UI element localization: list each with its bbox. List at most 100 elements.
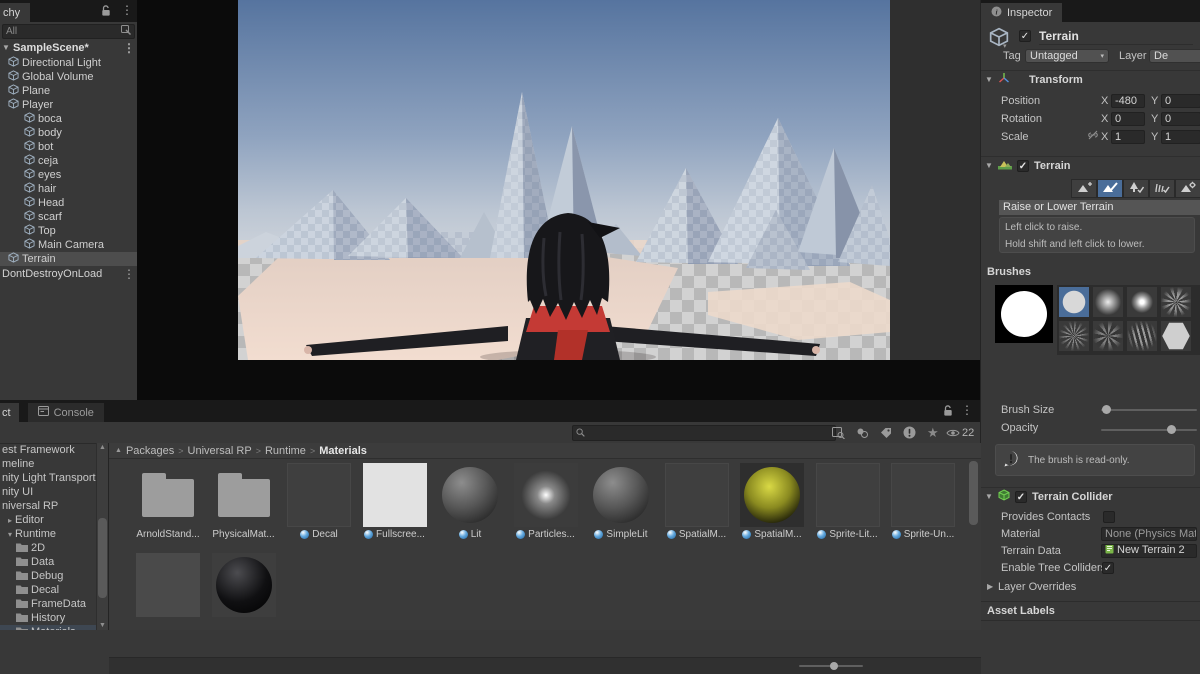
- terrain-enabled-checkbox[interactable]: ✓: [1017, 160, 1029, 172]
- project-tree-item-2d[interactable]: 2D: [0, 541, 96, 555]
- material-object-field[interactable]: None (Physics Mat: [1101, 527, 1197, 541]
- hierarchy-item-plane[interactable]: Plane: [0, 84, 137, 98]
- scene-foldout-icon[interactable]: ▼: [2, 43, 10, 52]
- asset-material-sprite-un[interactable]: Sprite-Un...: [890, 463, 956, 540]
- breadcrumb-materials[interactable]: Materials: [319, 445, 367, 457]
- asset-folder-arnoldstand[interactable]: ArnoldStand...: [135, 463, 201, 540]
- dontdestroyonload-row[interactable]: DontDestroyOnLoad ⋮: [0, 266, 139, 281]
- hierarchy-item-scarf[interactable]: scarf: [0, 210, 137, 224]
- hierarchy-item-head[interactable]: Head: [0, 196, 137, 210]
- scale-y-field[interactable]: 1: [1161, 130, 1200, 144]
- project-tree-item-data[interactable]: Data: [0, 555, 96, 569]
- create-neighbor-terrains-tool-button[interactable]: [1071, 179, 1097, 198]
- foldout-arrow-icon[interactable]: ▾: [8, 530, 12, 539]
- rotation-x-field[interactable]: 0: [1111, 112, 1145, 126]
- breadcrumb-collapse-icon[interactable]: ▲: [115, 447, 122, 454]
- scroll-up-icon[interactable]: ▲: [99, 444, 106, 451]
- brush-noise-a[interactable]: [1059, 321, 1089, 351]
- transform-header[interactable]: ▼ Transform: [981, 70, 1200, 88]
- asset-folder-physicalmat[interactable]: PhysicalMat...: [211, 463, 277, 540]
- hierarchy-item-top[interactable]: Top: [0, 224, 137, 238]
- scene-menu-icon[interactable]: ⋮: [123, 42, 135, 54]
- hierarchy-item-ceja[interactable]: ceja: [0, 154, 137, 168]
- layer-overrides-foldout-icon[interactable]: ▶: [987, 582, 995, 591]
- scroll-down-icon[interactable]: ▼: [99, 622, 106, 629]
- breadcrumb-universal-rp[interactable]: Universal RP: [188, 445, 252, 457]
- asset-material-simplelit[interactable]: SimpleLit: [588, 463, 654, 540]
- search-in-assets-icon[interactable]: [832, 427, 845, 439]
- brush-hex[interactable]: [1161, 321, 1191, 351]
- project-menu-icon[interactable]: ⋮: [961, 404, 973, 416]
- hierarchy-item-global-volume[interactable]: Global Volume: [0, 70, 137, 84]
- tab-project[interactable]: ct: [0, 403, 19, 422]
- scene-header-row[interactable]: ▼ SampleScene* ⋮: [0, 40, 139, 55]
- project-tree-item-history[interactable]: History: [0, 611, 96, 625]
- project-tree-item-meline[interactable]: meline: [0, 457, 96, 471]
- project-tree-item-framedata[interactable]: FrameData: [0, 597, 96, 611]
- project-tree-item-est-framework[interactable]: est Framework: [0, 443, 96, 457]
- breadcrumb-runtime[interactable]: Runtime: [265, 445, 306, 457]
- scale-x-field[interactable]: 1: [1111, 130, 1145, 144]
- asset-material-spatialm[interactable]: SpatialM...: [664, 463, 730, 540]
- asset-material-spatialm[interactable]: SpatialM...: [739, 463, 805, 540]
- terrain-collider-header[interactable]: ▼ ✓ Terrain Collider: [981, 487, 1200, 505]
- asset-material-decal[interactable]: Decal: [286, 463, 352, 540]
- dontdestroy-menu-icon[interactable]: ⋮: [123, 268, 135, 280]
- brush-size-slider[interactable]: [1101, 409, 1197, 411]
- project-tree-item-nity-light-transport-lib[interactable]: nity Light Transport Lib: [0, 471, 96, 485]
- asset-material-fullscree[interactable]: Fullscree...: [362, 463, 428, 540]
- brush-scatter[interactable]: [1161, 287, 1191, 317]
- brush-noise-b[interactable]: [1093, 321, 1123, 351]
- project-tree-item-materials[interactable]: Materials: [0, 625, 96, 630]
- layer-overrides-label[interactable]: Layer Overrides: [998, 581, 1076, 593]
- tab-hierarchy[interactable]: chy: [0, 3, 30, 22]
- constrain-proportions-icon[interactable]: [1087, 130, 1099, 143]
- tag-dropdown[interactable]: Untagged ▾: [1025, 49, 1109, 63]
- position-y-field[interactable]: 0: [1161, 94, 1200, 108]
- terrain-settings-tool-button[interactable]: [1175, 179, 1200, 198]
- project-tree-item-decal[interactable]: Decal: [0, 583, 96, 597]
- favorites-star-icon[interactable]: ★: [927, 425, 939, 441]
- content-scrollbar[interactable]: [969, 461, 979, 611]
- tree-scroll-thumb[interactable]: [98, 518, 107, 598]
- project-tree-item-debug[interactable]: Debug: [0, 569, 96, 583]
- brush-dot[interactable]: [1127, 287, 1157, 317]
- provides-contacts-checkbox[interactable]: [1103, 511, 1115, 523]
- opacity-slider[interactable]: [1101, 429, 1197, 431]
- search-by-type-icon[interactable]: [856, 427, 869, 439]
- layer-dropdown[interactable]: De: [1149, 49, 1200, 63]
- brush-noise-c[interactable]: [1127, 321, 1157, 351]
- brush-blur[interactable]: [1093, 287, 1123, 317]
- paint-details-tool-button[interactable]: [1149, 179, 1175, 198]
- position-x-field[interactable]: -480: [1111, 94, 1145, 108]
- paint-trees-tool-button[interactable]: [1123, 179, 1149, 198]
- hierarchy-item-directional-light[interactable]: Directional Light: [0, 56, 137, 70]
- gameobject-icon-dropdown[interactable]: ▾: [1003, 42, 1007, 50]
- hidden-count-eye-icon[interactable]: [946, 428, 960, 438]
- gameobject-active-checkbox[interactable]: ✓: [1019, 30, 1031, 42]
- project-tree-item-niversal-rp[interactable]: niversal RP: [0, 499, 96, 513]
- project-search-input[interactable]: [572, 425, 836, 441]
- asset-material-item[interactable]: [211, 553, 277, 617]
- project-tree-item-nity-ui[interactable]: nity UI: [0, 485, 96, 499]
- hierarchy-item-body[interactable]: body: [0, 126, 137, 140]
- hierarchy-item-bot[interactable]: bot: [0, 140, 137, 154]
- game-viewport[interactable]: [137, 0, 980, 400]
- hierarchy-item-player[interactable]: Player: [0, 98, 137, 112]
- lock-icon[interactable]: [101, 5, 111, 17]
- asset-labels-header[interactable]: Asset Labels: [981, 601, 1200, 621]
- gameobject-name-field[interactable]: Terrain: [1039, 29, 1193, 45]
- rotation-y-field[interactable]: 0: [1161, 112, 1200, 126]
- brush-solid[interactable]: [1059, 287, 1089, 317]
- search-by-label-icon[interactable]: [880, 427, 892, 439]
- asset-material-particles[interactable]: Particles...: [513, 463, 579, 540]
- hierarchy-item-hair[interactable]: hair: [0, 182, 137, 196]
- hierarchy-item-eyes[interactable]: eyes: [0, 168, 137, 182]
- hierarchy-item-main-camera[interactable]: Main Camera: [0, 238, 137, 252]
- enable-tree-colliders-checkbox[interactable]: ✓: [1102, 562, 1114, 574]
- asset-material-item[interactable]: [135, 553, 201, 617]
- hierarchy-item-boca[interactable]: boca: [0, 112, 137, 126]
- error-filter-icon[interactable]: [903, 426, 916, 439]
- project-lock-icon[interactable]: [943, 405, 953, 417]
- foldout-arrow-icon[interactable]: ▸: [8, 516, 12, 525]
